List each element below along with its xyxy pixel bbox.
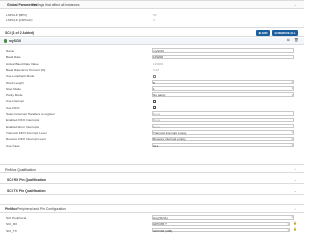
parity-mode-select[interactable] (152, 92, 294, 97)
sci-tx-label: SCI_TX (6, 228, 17, 233)
name-input[interactable] (152, 48, 294, 53)
baud-rate-label: Baud Rate (6, 55, 21, 60)
chevron-down-icon: ▼ (291, 93, 294, 97)
use-case-label: Use Case (6, 143, 20, 148)
lspclk-div-label: LSPCLK [LSPCLK] (6, 18, 33, 22)
word-length-value: 8 (153, 80, 155, 85)
chevron-up-icon[interactable]: ⌃ (294, 208, 297, 212)
pinmux-title: PinMux (5, 207, 18, 212)
instance-status-badge (4, 39, 8, 43)
chevron-down-icon[interactable]: ⌄ (294, 178, 297, 182)
pinmux-header[interactable]: PinMux Peripheral and Pin Configuration … (0, 204, 304, 213)
lock-icon[interactable]: 🔒 (293, 227, 297, 231)
sci-tx-qual-title: SCI TX Pin Qualification (7, 188, 46, 193)
baud-rate-input[interactable] (152, 54, 294, 60)
loopback-checkbox[interactable] (153, 74, 156, 78)
error-interrupts-multiselect[interactable] (152, 123, 294, 129)
fifo-interrupts-multiselect[interactable] (152, 117, 294, 123)
word-length-select[interactable] (152, 79, 294, 85)
pinmux-qual-title: PinMux Qualification (5, 167, 36, 172)
instance-name: mySCI0 (9, 39, 22, 43)
use-case-value: ALL (153, 143, 159, 148)
actual-baud-label: Actual Baud Rate Value (6, 61, 39, 66)
sci-rx-label: SCI_RX (6, 222, 18, 227)
sci-tx-qual-header[interactable]: SCI TX Pin Qualification ⌄ (0, 186, 304, 195)
name-label: Name (6, 49, 15, 53)
sci-rx-value: GPIO35 ? (153, 222, 167, 227)
baud-error-value: 0.43 (153, 67, 160, 72)
baud-rate-value: 115200 (153, 55, 164, 60)
remove-all-button[interactable]: ⊖ REMOVE ALL (272, 29, 298, 36)
interrupt-handlers-value: None (153, 112, 161, 116)
rx-fifo-level-value: Receive interrupt empty (153, 137, 186, 142)
chevron-up-icon[interactable]: ⌃ (294, 4, 297, 8)
chevron-down-icon: ▼ (287, 229, 290, 232)
instances-title: SCI (1 of 2 Added) (5, 31, 35, 35)
chevron-down-icon: ▼ (287, 222, 290, 226)
baud-error-label: Baud Rate Error Percent [%] (6, 67, 46, 72)
sci-peripheral-select[interactable] (152, 215, 294, 220)
sci-tx-select[interactable] (152, 227, 290, 233)
use-interrupt-label: Use Interrupt (6, 99, 24, 104)
rx-fifo-level-label: Receive FIFO Interrupt Level (6, 137, 46, 142)
sci-rx-select[interactable] (152, 221, 290, 227)
lspclk-mhz-label: LSPCLK [MHz] (6, 12, 27, 17)
global-params-header[interactable]: Global Parameters Settings that affect a… (0, 0, 304, 9)
fifo-interrupts-value: None (153, 118, 161, 123)
tx-fifo-level-label: Transmit FIFO Interrupt Level (6, 130, 47, 135)
name-value: mySCI0 (153, 49, 165, 53)
chevron-up-icon[interactable]: ⌃ (294, 168, 297, 172)
interrupt-handlers-multiselect[interactable] (152, 111, 294, 116)
chevron-down-icon: ▼ (291, 216, 294, 220)
pinmux-subtitle: Peripheral and Pin Configuration (17, 207, 67, 212)
chevron-down-icon[interactable]: ⌄ (294, 189, 297, 193)
sci-tx-value: GPIO36 (108) (153, 228, 173, 233)
lock-icon[interactable]: 🔒 (293, 221, 297, 225)
stop-mode-select[interactable] (152, 86, 294, 91)
instance-tab[interactable]: mySCI0 ⧉ 🗑 (0, 37, 304, 45)
error-interrupts-label: Enabled Error Interrupts (6, 124, 40, 129)
use-fifo-checkbox[interactable] (153, 106, 156, 110)
tx-fifo-level-value: Transmit interrupt empty (153, 130, 187, 135)
use-case-select[interactable] (152, 142, 294, 148)
word-length-label: Word Length (6, 80, 24, 85)
lspclk-mhz-value: 50 (153, 12, 157, 17)
fifo-interrupts-label: Enabled FIFO Interrupts (6, 118, 40, 123)
use-fifo-label: Use FIFO (6, 105, 20, 110)
add-button-label: ADD (261, 30, 268, 35)
sci-peripheral-label: SCI Peripheral (6, 216, 27, 220)
trash-icon[interactable]: 🗑 (294, 38, 299, 43)
pinmux-qual-header[interactable]: PinMux Qualification ⌃ (0, 164, 304, 173)
interrupt-handlers-label: Select Interrupt Handlers to register (6, 112, 55, 116)
chevron-down-icon: ▼ (291, 87, 294, 91)
instances-header: SCI (1 of 2 Added) ⊕ ADD ⊖ REMOVE ALL (0, 27, 304, 37)
remove-all-button-label: REMOVE ALL (277, 30, 296, 35)
add-button[interactable]: ⊕ ADD (256, 29, 270, 36)
error-interrupts-value: None (153, 124, 161, 129)
global-params-subtitle: Settings that affect all instances (32, 3, 80, 8)
stop-mode-value: 1 (153, 86, 155, 91)
chevron-down-icon: ▼ (291, 80, 294, 84)
use-interrupt-checkbox[interactable] (153, 99, 156, 104)
parity-mode-value: No parity (153, 93, 166, 98)
chevron-down-icon: ▼ (291, 143, 294, 147)
sci-peripheral-value: Any(SCIA) (153, 216, 168, 220)
stop-mode-label: Stop Mode (6, 86, 21, 91)
copy-icon[interactable]: ⧉ (287, 38, 290, 43)
sci-rx-qual-header[interactable]: SCI RX Pin Qualification ⌄ (0, 175, 304, 184)
chevron-down-icon: ▼ (291, 131, 294, 135)
chevron-down-icon: ▼ (291, 137, 294, 141)
parity-mode-label: Parity Mode (6, 93, 23, 98)
lspclk-div-value: 4 (153, 18, 155, 22)
actual-baud-value: 115009 (153, 61, 164, 66)
loopback-label: Use Loopback Mode (6, 74, 35, 79)
sci-rx-qual-title: SCI RX Pin Qualification (7, 177, 46, 182)
